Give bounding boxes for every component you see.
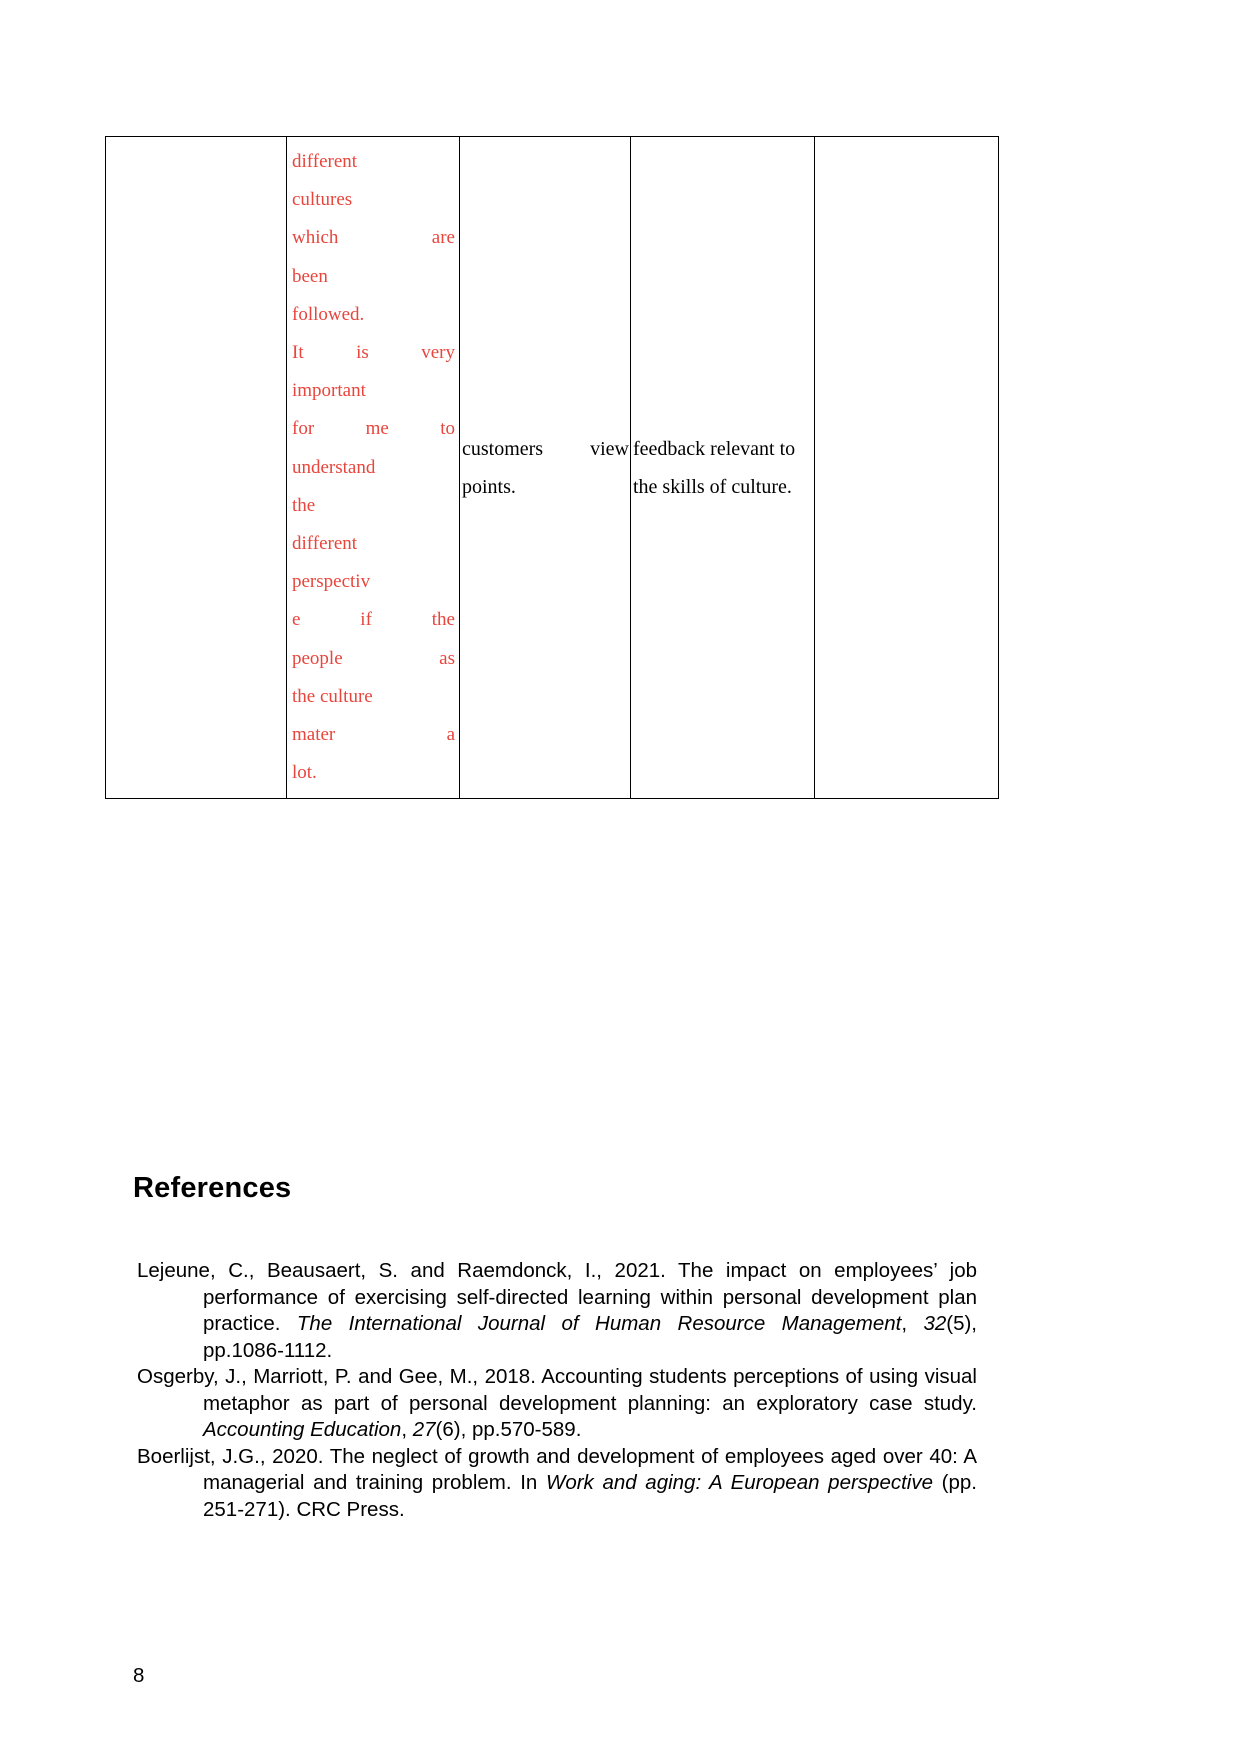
table-cell-column-3: customers view points. <box>459 135 631 800</box>
reference-text: (6), pp.570-589. <box>435 1418 582 1441</box>
cell-2-red-annotation: different cultures which are been followed. I… <box>287 137 459 798</box>
cell-3-line: points. <box>462 475 516 498</box>
red-annotation-line: the culture <box>292 685 373 707</box>
reference-title-italic: 32 <box>923 1312 947 1335</box>
cell-4-line: feedback relevant to <box>633 437 796 460</box>
red-annotation-line: lot. <box>292 762 317 784</box>
red-annotation-line: It is very <box>292 342 455 364</box>
red-annotation-line: for me to <box>292 418 455 440</box>
red-annotation-line: perspectiv <box>292 571 371 593</box>
cell-4-line: the skills of culture. <box>633 475 792 498</box>
red-annotation-line: e if the <box>292 609 455 631</box>
table-container: different cultures which are been followed. I… <box>105 135 999 800</box>
reference-entry: Lejeune, C., Beausaert, S. and Raemdonck… <box>137 1258 977 1364</box>
cell-3-line: customers view <box>462 437 629 460</box>
reference-text: , <box>401 1418 413 1441</box>
reference-title-italic: The International Journal of Human Resou… <box>296 1312 902 1335</box>
cell-5-content <box>815 464 998 472</box>
red-annotation-line: people as <box>292 647 455 669</box>
table-cell-column-2: different cultures which are been followed. I… <box>286 135 460 800</box>
reference-entry: Boerlijst, J.G., 2020. The neglect of gr… <box>137 1444 977 1524</box>
continued-table: different cultures which are been followed. I… <box>105 135 999 800</box>
red-annotation-line: different <box>292 151 358 172</box>
red-annotation-line: understand <box>292 456 376 478</box>
red-annotation-line: cultures <box>292 189 353 211</box>
reference-text: , <box>901 1312 924 1335</box>
red-annotation-line: different <box>292 533 358 555</box>
red-annotation-line: mater a <box>292 724 455 746</box>
reference-title-italic: 27 <box>412 1418 436 1441</box>
red-annotation-line: the <box>292 494 316 516</box>
cell-3-content: customers view points. <box>460 430 630 506</box>
page-number: 8 <box>133 1664 145 1687</box>
document-page: different cultures which are been followed. I… <box>0 0 1241 1754</box>
red-annotation-line: which are <box>292 227 455 249</box>
reference-title-italic: Work and aging: A European perspective <box>545 1471 933 1494</box>
reference-text: Osgerby, J., Marriott, P. and Gee, M., 2… <box>137 1365 977 1415</box>
reference-entry: Osgerby, J., Marriott, P. and Gee, M., 2… <box>137 1364 977 1444</box>
cell-4-content: feedback relevant to the skills of cultur… <box>631 430 814 506</box>
references-list: Lejeune, C., Beausaert, S. and Raemdonck… <box>137 1258 977 1523</box>
red-annotation-line: followed. <box>292 303 365 325</box>
table-cell-column-5 <box>814 135 999 800</box>
reference-title-italic: Accounting Education <box>203 1418 402 1441</box>
red-annotation-line: been <box>292 265 328 287</box>
table-cell-column-1 <box>105 135 287 800</box>
cell-1-content <box>106 464 286 472</box>
table-row: different cultures which are been followed. I… <box>105 135 999 800</box>
red-annotation-line: important <box>292 380 366 402</box>
table-cell-column-4: feedback relevant to the skills of cultur… <box>630 135 815 800</box>
references-heading: References <box>133 1172 292 1204</box>
